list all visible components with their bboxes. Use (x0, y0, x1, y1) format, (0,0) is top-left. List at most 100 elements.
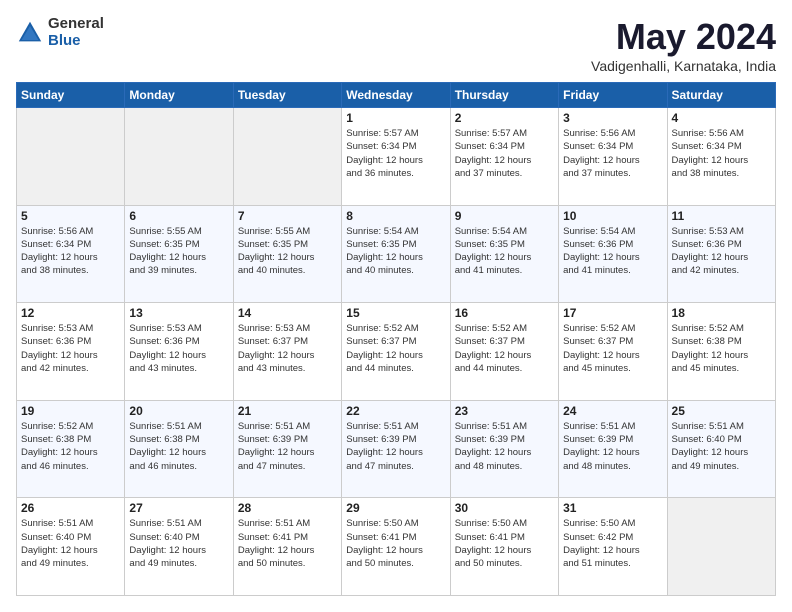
day-number: 7 (238, 209, 337, 223)
logo-icon (16, 19, 44, 47)
day-number: 13 (129, 306, 228, 320)
main-title: May 2024 (591, 16, 776, 58)
calendar-cell: 14 Sunrise: 5:53 AM Sunset: 6:37 PM Dayli… (233, 303, 341, 401)
day-number: 24 (563, 404, 662, 418)
day-info: Sunrise: 5:52 AM Sunset: 6:38 PM Dayligh… (672, 322, 771, 375)
title-block: May 2024 Vadigenhalli, Karnataka, India (591, 16, 776, 74)
calendar-cell (125, 108, 233, 206)
calendar-cell: 15Sunrise: 5:52 AM Sunset: 6:37 PM Dayli… (342, 303, 450, 401)
day-number: 4 (672, 111, 771, 125)
day-number: 19 (21, 404, 120, 418)
day-info: Sunrise: 5:51 AM Sunset: 6:39 PM Dayligh… (455, 420, 554, 473)
day-info: Sunrise: 5:56 AM Sunset: 6:34 PM Dayligh… (563, 127, 662, 180)
calendar-cell: 5 Sunrise: 5:56 AM Sunset: 6:34 PM Daylig… (17, 205, 125, 303)
day-info: Sunrise: 5:53 AM Sunset: 6:36 PM Dayligh… (672, 225, 771, 278)
calendar-cell: 30Sunrise: 5:50 AM Sunset: 6:41 PM Dayli… (450, 498, 558, 596)
calendar-cell: 22Sunrise: 5:51 AM Sunset: 6:39 PM Dayli… (342, 400, 450, 498)
day-info: Sunrise: 5:57 AM Sunset: 6:34 PM Dayligh… (346, 127, 445, 180)
day-number: 20 (129, 404, 228, 418)
day-header-sunday: Sunday (17, 83, 125, 108)
day-info: Sunrise: 5:50 AM Sunset: 6:42 PM Dayligh… (563, 517, 662, 570)
day-info: Sunrise: 5:52 AM Sunset: 6:38 PM Dayligh… (21, 420, 120, 473)
day-info: Sunrise: 5:51 AM Sunset: 6:39 PM Dayligh… (238, 420, 337, 473)
calendar-cell: 17Sunrise: 5:52 AM Sunset: 6:37 PM Dayli… (559, 303, 667, 401)
calendar-week-row: 19 Sunrise: 5:52 AM Sunset: 6:38 PM Dayli… (17, 400, 776, 498)
subtitle: Vadigenhalli, Karnataka, India (591, 58, 776, 74)
day-info: Sunrise: 5:57 AM Sunset: 6:34 PM Dayligh… (455, 127, 554, 180)
calendar-cell: 12Sunrise: 5:53 AM Sunset: 6:36 PM Dayli… (17, 303, 125, 401)
day-header-thursday: Thursday (450, 83, 558, 108)
day-number: 27 (129, 501, 228, 515)
day-header-tuesday: Tuesday (233, 83, 341, 108)
day-info: Sunrise: 5:53 AM Sunset: 6:37 PM Dayligh… (238, 322, 337, 375)
day-number: 18 (672, 306, 771, 320)
calendar-cell: 3 Sunrise: 5:56 AM Sunset: 6:34 PM Daylig… (559, 108, 667, 206)
day-number: 17 (563, 306, 662, 320)
day-info: Sunrise: 5:52 AM Sunset: 6:37 PM Dayligh… (346, 322, 445, 375)
day-info: Sunrise: 5:51 AM Sunset: 6:40 PM Dayligh… (21, 517, 120, 570)
calendar-cell: 16Sunrise: 5:52 AM Sunset: 6:37 PM Dayli… (450, 303, 558, 401)
day-number: 2 (455, 111, 554, 125)
calendar-cell: 7 Sunrise: 5:55 AM Sunset: 6:35 PM Daylig… (233, 205, 341, 303)
day-info: Sunrise: 5:51 AM Sunset: 6:39 PM Dayligh… (563, 420, 662, 473)
day-number: 25 (672, 404, 771, 418)
logo-blue: Blue (48, 33, 104, 50)
day-header-monday: Monday (125, 83, 233, 108)
calendar-cell: 8Sunrise: 5:54 AM Sunset: 6:35 PM Daylig… (342, 205, 450, 303)
day-number: 8 (346, 209, 445, 223)
calendar-cell: 19 Sunrise: 5:52 AM Sunset: 6:38 PM Dayli… (17, 400, 125, 498)
calendar-cell (17, 108, 125, 206)
calendar-cell (667, 498, 775, 596)
day-info: Sunrise: 5:52 AM Sunset: 6:37 PM Dayligh… (455, 322, 554, 375)
calendar-cell: 23 Sunrise: 5:51 AM Sunset: 6:39 PM Dayli… (450, 400, 558, 498)
day-number: 5 (21, 209, 120, 223)
calendar-cell: 24 Sunrise: 5:51 AM Sunset: 6:39 PM Dayli… (559, 400, 667, 498)
day-info: Sunrise: 5:56 AM Sunset: 6:34 PM Dayligh… (21, 225, 120, 278)
page: General Blue May 2024 Vadigenhalli, Karn… (0, 0, 792, 612)
calendar-cell: 4 Sunrise: 5:56 AM Sunset: 6:34 PM Daylig… (667, 108, 775, 206)
day-header-wednesday: Wednesday (342, 83, 450, 108)
header: General Blue May 2024 Vadigenhalli, Karn… (16, 16, 776, 74)
day-info: Sunrise: 5:51 AM Sunset: 6:40 PM Dayligh… (129, 517, 228, 570)
calendar-cell: 1Sunrise: 5:57 AM Sunset: 6:34 PM Daylig… (342, 108, 450, 206)
calendar-week-row: 5 Sunrise: 5:56 AM Sunset: 6:34 PM Daylig… (17, 205, 776, 303)
calendar-cell: 13 Sunrise: 5:53 AM Sunset: 6:36 PM Dayli… (125, 303, 233, 401)
calendar-week-row: 12Sunrise: 5:53 AM Sunset: 6:36 PM Dayli… (17, 303, 776, 401)
day-number: 11 (672, 209, 771, 223)
day-header-friday: Friday (559, 83, 667, 108)
calendar-week-row: 1Sunrise: 5:57 AM Sunset: 6:34 PM Daylig… (17, 108, 776, 206)
day-number: 28 (238, 501, 337, 515)
day-number: 14 (238, 306, 337, 320)
day-info: Sunrise: 5:55 AM Sunset: 6:35 PM Dayligh… (238, 225, 337, 278)
calendar-cell: 21 Sunrise: 5:51 AM Sunset: 6:39 PM Dayli… (233, 400, 341, 498)
logo-general: General (48, 16, 104, 33)
day-number: 30 (455, 501, 554, 515)
calendar-cell: 10 Sunrise: 5:54 AM Sunset: 6:36 PM Dayli… (559, 205, 667, 303)
day-info: Sunrise: 5:54 AM Sunset: 6:36 PM Dayligh… (563, 225, 662, 278)
day-number: 26 (21, 501, 120, 515)
calendar-cell: 31Sunrise: 5:50 AM Sunset: 6:42 PM Dayli… (559, 498, 667, 596)
calendar-cell: 6Sunrise: 5:55 AM Sunset: 6:35 PM Daylig… (125, 205, 233, 303)
calendar-cell: 18 Sunrise: 5:52 AM Sunset: 6:38 PM Dayli… (667, 303, 775, 401)
day-header-saturday: Saturday (667, 83, 775, 108)
day-info: Sunrise: 5:53 AM Sunset: 6:36 PM Dayligh… (129, 322, 228, 375)
calendar-cell: 11 Sunrise: 5:53 AM Sunset: 6:36 PM Dayli… (667, 205, 775, 303)
calendar-cell: 2 Sunrise: 5:57 AM Sunset: 6:34 PM Daylig… (450, 108, 558, 206)
day-info: Sunrise: 5:53 AM Sunset: 6:36 PM Dayligh… (21, 322, 120, 375)
day-info: Sunrise: 5:50 AM Sunset: 6:41 PM Dayligh… (346, 517, 445, 570)
calendar-cell: 29Sunrise: 5:50 AM Sunset: 6:41 PM Dayli… (342, 498, 450, 596)
day-number: 9 (455, 209, 554, 223)
day-info: Sunrise: 5:56 AM Sunset: 6:34 PM Dayligh… (672, 127, 771, 180)
calendar-cell: 26 Sunrise: 5:51 AM Sunset: 6:40 PM Dayli… (17, 498, 125, 596)
logo: General Blue (16, 16, 104, 49)
day-number: 21 (238, 404, 337, 418)
calendar-cell: 9Sunrise: 5:54 AM Sunset: 6:35 PM Daylig… (450, 205, 558, 303)
day-number: 23 (455, 404, 554, 418)
day-info: Sunrise: 5:51 AM Sunset: 6:38 PM Dayligh… (129, 420, 228, 473)
calendar-header-row: SundayMondayTuesdayWednesdayThursdayFrid… (17, 83, 776, 108)
day-number: 10 (563, 209, 662, 223)
logo-text: General Blue (48, 16, 104, 49)
day-number: 3 (563, 111, 662, 125)
day-info: Sunrise: 5:51 AM Sunset: 6:40 PM Dayligh… (672, 420, 771, 473)
day-number: 22 (346, 404, 445, 418)
